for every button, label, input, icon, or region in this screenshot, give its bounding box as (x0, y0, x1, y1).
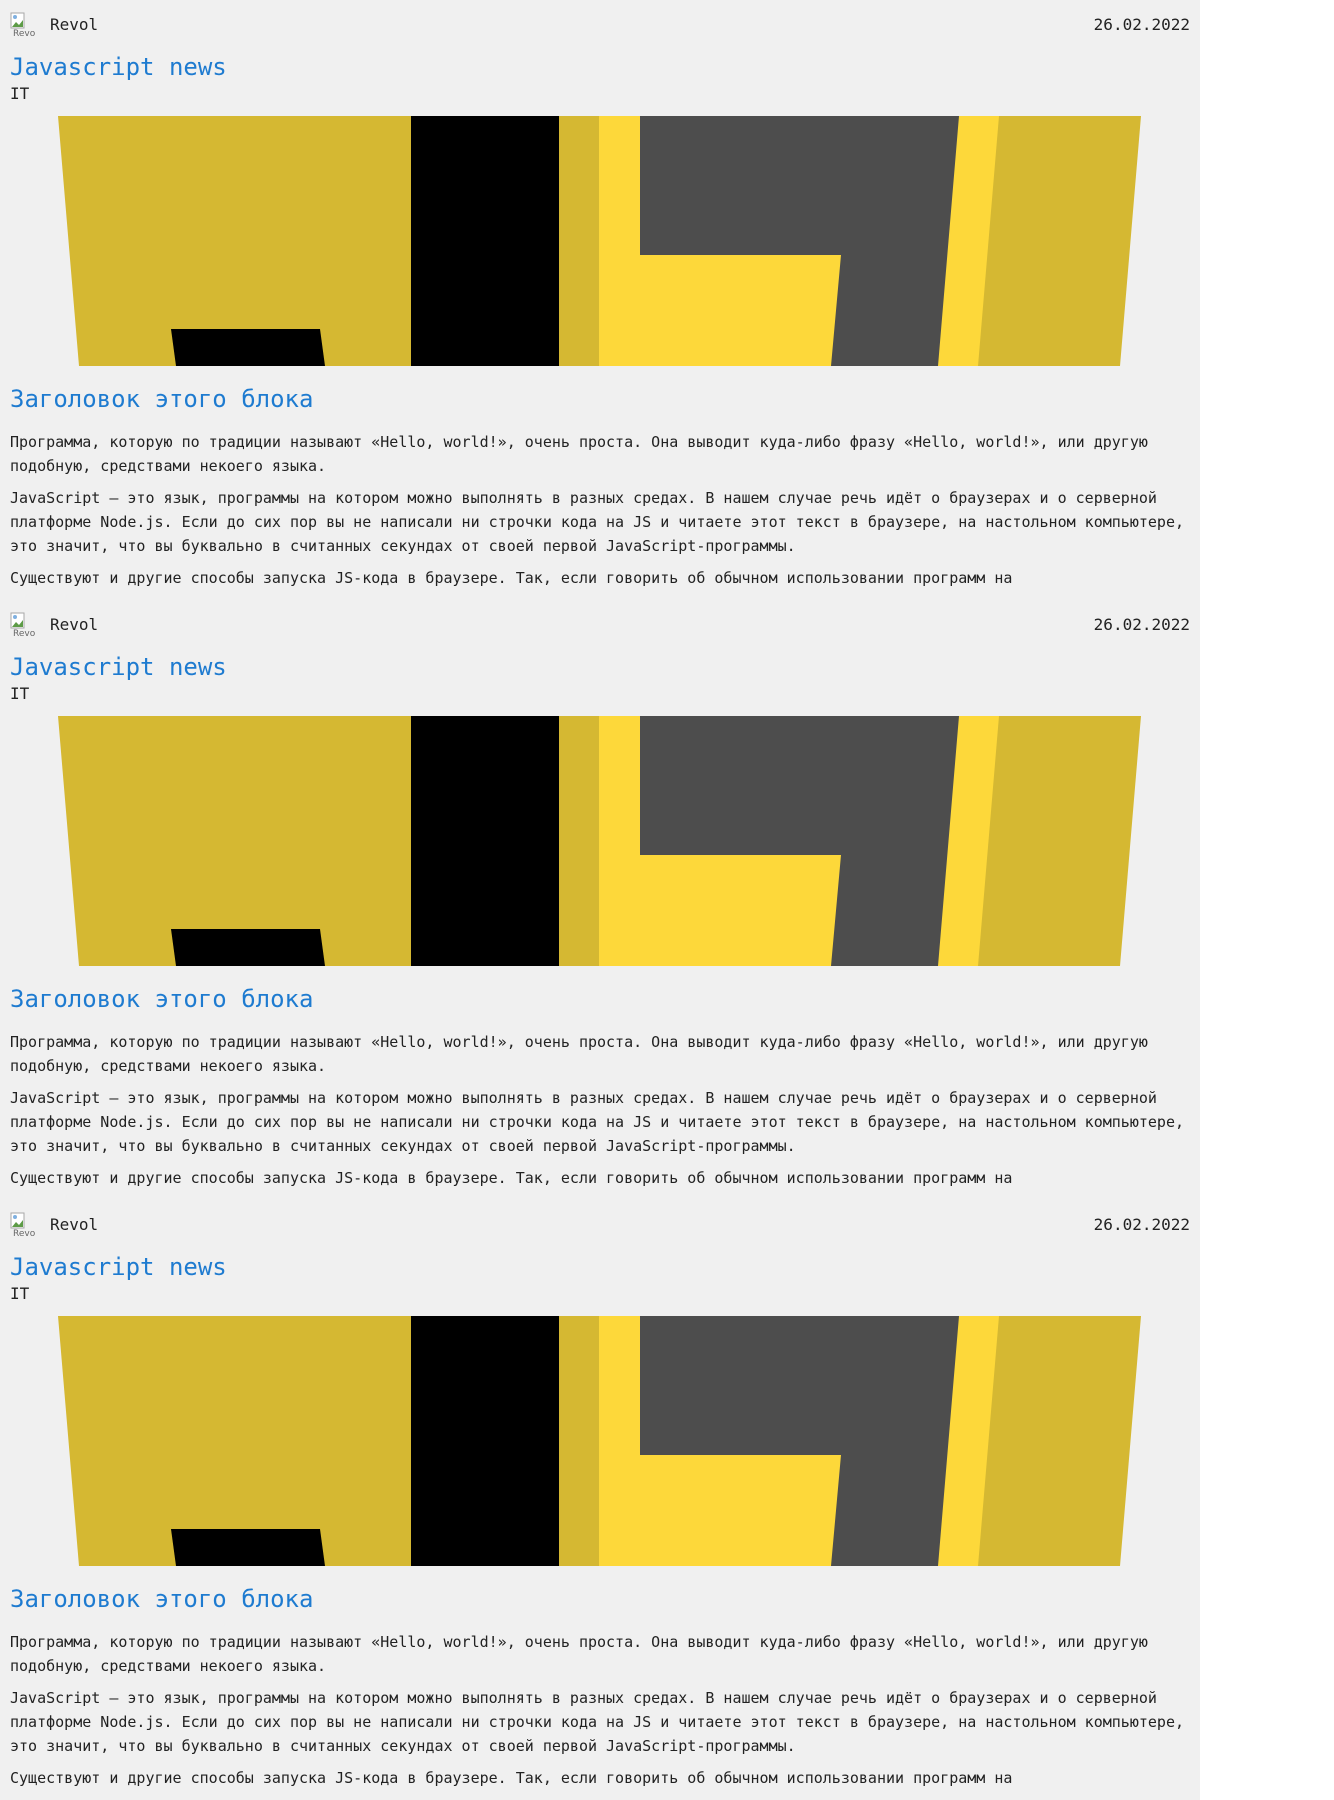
javascript-logo-image (58, 1316, 1141, 1566)
javascript-logo-image (58, 116, 1141, 366)
post-title-link[interactable]: Javascript news (10, 651, 227, 683)
post-body: Программа, которую по традиции называют … (10, 1030, 1190, 1188)
post-paragraph: JavaScript — это язык, программы на кото… (10, 1689, 1184, 1755)
news-post: Revol Revol 26.02.2022 Javascript news I… (0, 1200, 1200, 1800)
post-paragraph: JavaScript — это язык, программы на кото… (10, 1089, 1184, 1155)
post-paragraph: Существуют и другие способы запуска JS-к… (10, 1169, 1013, 1187)
news-post: Revol Revol 26.02.2022 Javascript news I… (0, 0, 1200, 600)
broken-image-icon: Revol (10, 612, 36, 638)
avatar-alt-text: Revol (13, 629, 36, 638)
post-body: Программа, которую по традиции называют … (10, 430, 1190, 588)
block-heading: Заголовок этого блока (10, 1585, 314, 1613)
post-paragraph: Программа, которую по традиции называют … (10, 1033, 1148, 1075)
avatar: Revol (10, 12, 36, 38)
post-title-link[interactable]: Javascript news (10, 1251, 227, 1283)
broken-image-icon: Revol (10, 1212, 36, 1238)
broken-image-icon: Revol (10, 12, 36, 38)
post-paragraph: Существуют и другие способы запуска JS-к… (10, 569, 1013, 587)
post-title-link[interactable]: Javascript news (10, 51, 227, 83)
post-header: Revol Revol 26.02.2022 (10, 12, 1190, 38)
post-category: IT (10, 684, 30, 703)
post-paragraph: Программа, которую по традиции называют … (10, 1633, 1148, 1675)
avatar-alt-text: Revol (13, 29, 36, 38)
avatar-alt-text: Revol (13, 1229, 36, 1238)
block-heading: Заголовок этого блока (10, 385, 314, 413)
javascript-logo-image (58, 716, 1141, 966)
post-paragraph: JavaScript — это язык, программы на кото… (10, 489, 1184, 555)
post-date: 26.02.2022 (1093, 615, 1190, 634)
avatar: Revol (10, 1212, 36, 1238)
news-post: Revol Revol 26.02.2022 Javascript news I… (0, 600, 1200, 1200)
author-name[interactable]: Revol (50, 1215, 98, 1235)
post-body: Программа, которую по традиции называют … (10, 1630, 1190, 1788)
post-category: IT (10, 1284, 30, 1303)
author-name[interactable]: Revol (50, 15, 98, 35)
block-heading: Заголовок этого блока (10, 985, 314, 1013)
post-date: 26.02.2022 (1093, 1215, 1190, 1234)
avatar: Revol (10, 612, 36, 638)
post-category: IT (10, 84, 30, 103)
news-feed: Revol Revol 26.02.2022 Javascript news I… (0, 0, 1200, 1800)
post-header: Revol Revol 26.02.2022 (10, 1212, 1190, 1238)
post-paragraph: Существуют и другие способы запуска JS-к… (10, 1769, 1013, 1787)
post-date: 26.02.2022 (1093, 15, 1190, 34)
post-header: Revol Revol 26.02.2022 (10, 612, 1190, 638)
post-paragraph: Программа, которую по традиции называют … (10, 433, 1148, 475)
author-name[interactable]: Revol (50, 615, 98, 635)
